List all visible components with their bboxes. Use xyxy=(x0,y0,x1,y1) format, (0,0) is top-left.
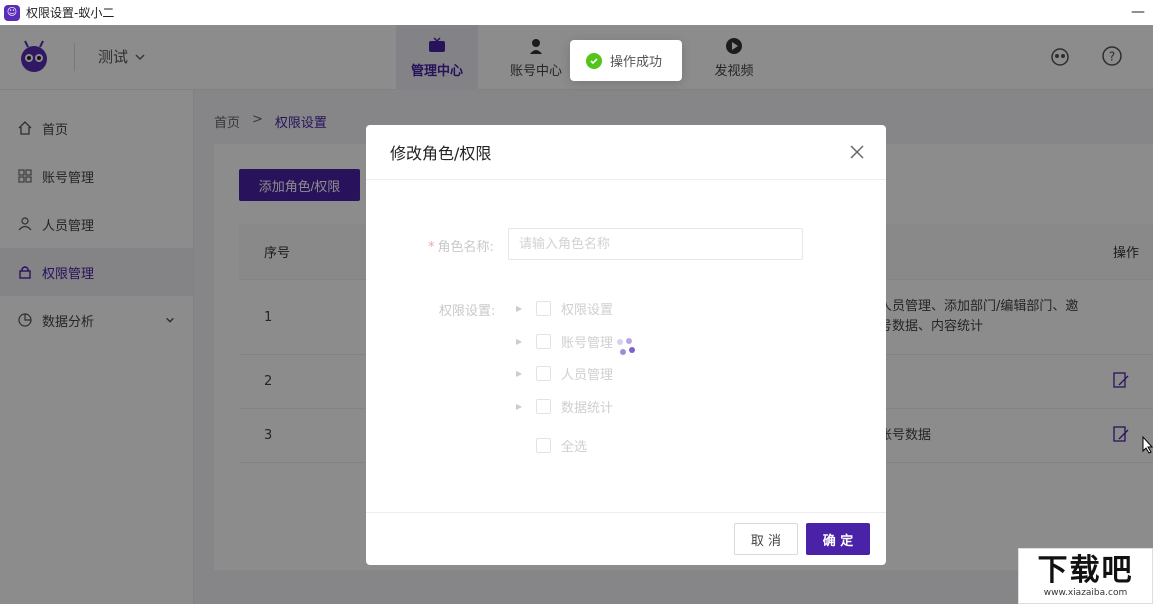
modal-title: 修改角色/权限 xyxy=(390,144,492,163)
checkbox[interactable] xyxy=(536,399,551,414)
watermark-sub: www.xiazaiba.com xyxy=(1043,588,1128,598)
select-all-checkbox[interactable]: 全选 xyxy=(516,436,587,455)
caret-right-icon[interactable]: ▶ xyxy=(516,304,526,313)
tree-node-label: 人员管理 xyxy=(561,368,614,383)
modal-footer: 取 消 确 定 xyxy=(366,512,886,565)
checkbox[interactable] xyxy=(536,438,551,453)
watermark-main: 下载吧 xyxy=(1037,553,1134,588)
app-logo-icon: ☺ xyxy=(4,4,20,21)
close-icon[interactable] xyxy=(848,143,866,161)
tree-node-label: 权限设置 xyxy=(561,303,614,318)
success-toast: 操作成功 xyxy=(570,40,682,81)
modal-body: *角色名称: 权限设置: ▶ 权限设置 ▶ 账号管理 ▶ 人员管理 ▶ 数据统计… xyxy=(366,180,886,512)
tree-node-people-management[interactable]: ▶ 人员管理 xyxy=(516,364,613,383)
window-title: 权限设置-蚁小二 xyxy=(26,6,115,20)
checkbox[interactable] xyxy=(536,301,551,316)
window-titlebar: ☺ 权限设置-蚁小二 — xyxy=(0,0,1153,25)
checkbox[interactable] xyxy=(536,366,551,381)
caret-right-icon[interactable]: ▶ xyxy=(516,337,526,346)
select-all-label: 全选 xyxy=(561,440,588,455)
tree-node-data-statistics[interactable]: ▶ 数据统计 xyxy=(516,397,613,416)
tree-node-label: 数据统计 xyxy=(561,401,614,416)
role-name-input[interactable] xyxy=(508,228,803,260)
toast-message: 操作成功 xyxy=(610,55,663,70)
modal-header: 修改角色/权限 xyxy=(366,125,886,180)
site-watermark: 下载吧 www.xiazaiba.com xyxy=(1018,548,1153,604)
loading-spinner-icon xyxy=(617,338,635,355)
mouse-cursor-icon xyxy=(1142,436,1153,454)
permission-label: 权限设置: xyxy=(439,304,496,319)
tree-node-account-management[interactable]: ▶ 账号管理 xyxy=(516,332,613,351)
role-name-label: * 角色名称: xyxy=(428,240,494,255)
tree-node-permission-settings[interactable]: ▶ 权限设置 xyxy=(516,299,613,318)
caret-right-icon[interactable]: ▶ xyxy=(516,369,526,378)
tree-node-label: 账号管理 xyxy=(561,336,614,351)
check-circle-icon xyxy=(586,52,602,69)
cancel-button[interactable]: 取 消 xyxy=(734,523,798,555)
role-name-label-text: 角色名称: xyxy=(437,240,494,255)
confirm-button[interactable]: 确 定 xyxy=(806,523,870,555)
edit-role-modal: 修改角色/权限 *角色名称: 权限设置: ▶ 权限设置 ▶ 账号管理 ▶ 人员管… xyxy=(366,125,886,565)
checkbox[interactable] xyxy=(536,334,551,349)
caret-right-icon[interactable]: ▶ xyxy=(516,402,526,411)
minimize-button[interactable]: — xyxy=(1131,4,1145,20)
